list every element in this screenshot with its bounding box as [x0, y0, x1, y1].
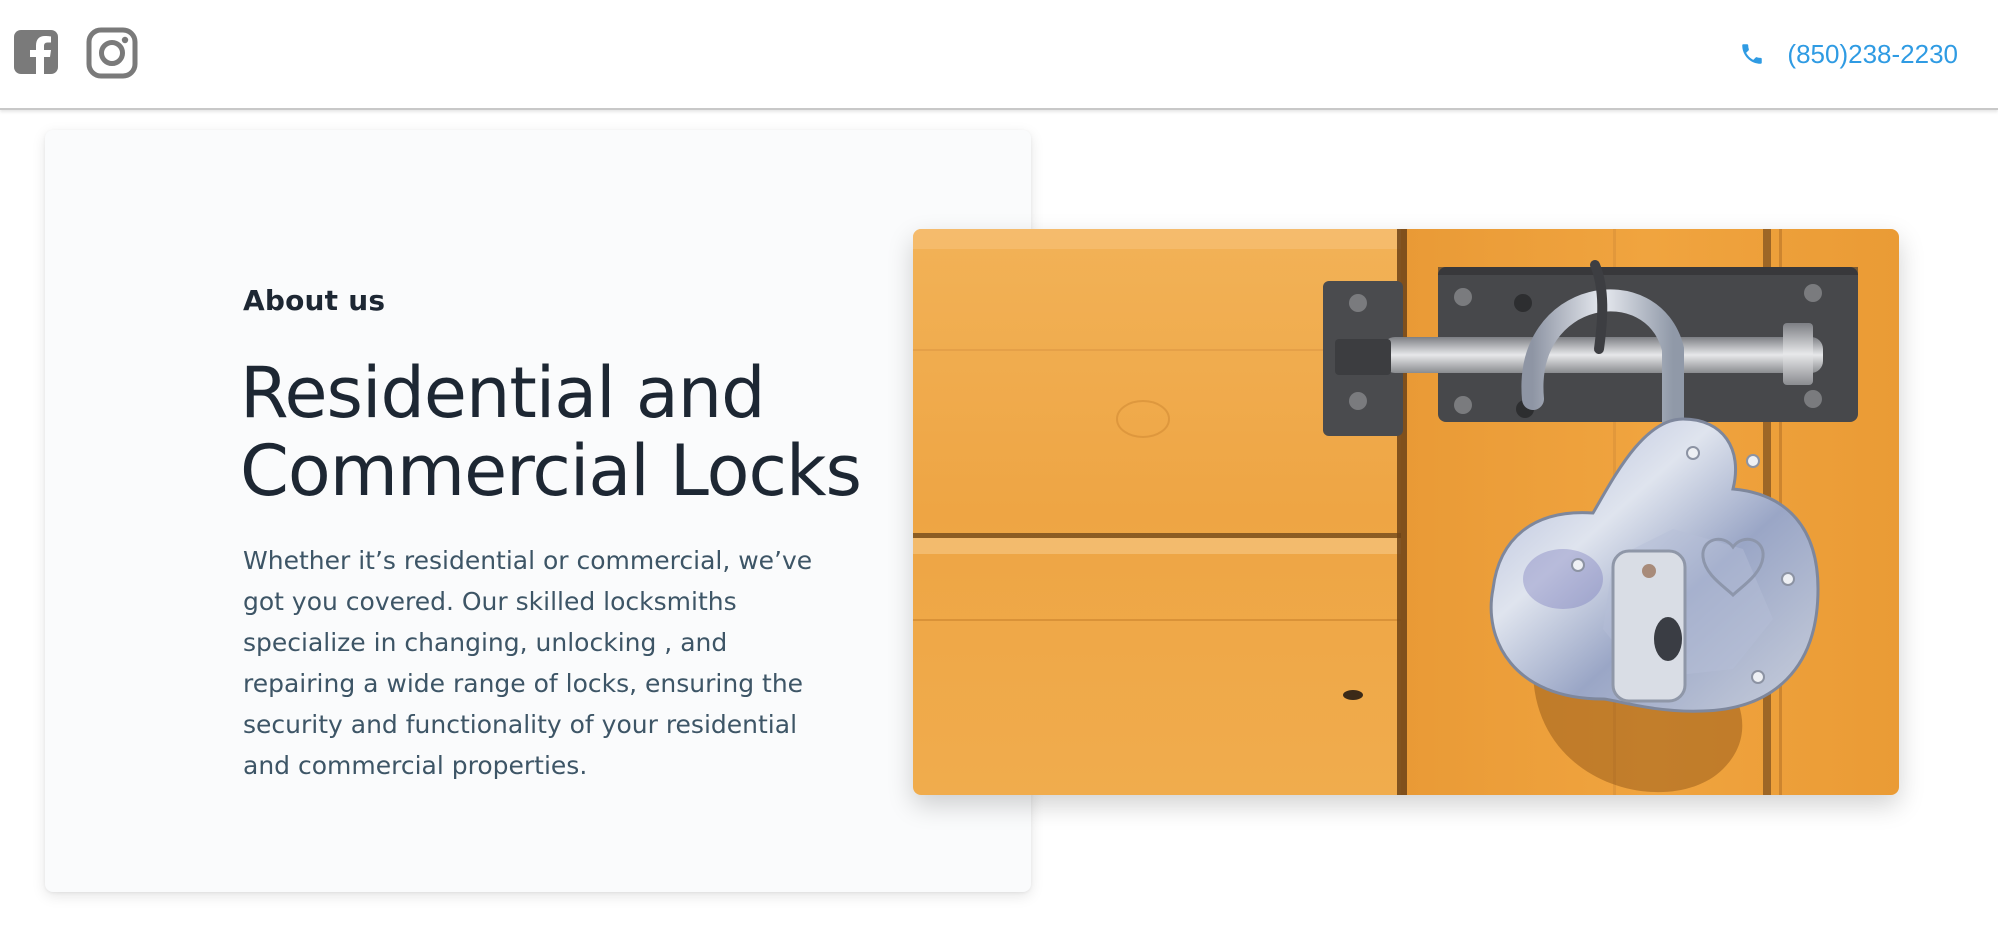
instagram-icon[interactable]: [86, 27, 138, 79]
title-line-1: Residential and: [240, 352, 766, 434]
page-title: Residential and Commercial Locks: [240, 354, 880, 510]
site-header: (850)238-2230: [0, 0, 1998, 110]
phone-link[interactable]: (850)238-2230: [1739, 36, 1958, 72]
phone-icon: [1739, 41, 1765, 67]
title-line-2: Commercial Locks: [240, 430, 862, 512]
about-description: Whether it’s residential or commercial, …: [243, 546, 813, 780]
phone-number: (850)238-2230: [1787, 38, 1958, 69]
facebook-icon[interactable]: [14, 30, 58, 74]
section-eyebrow: About us: [243, 284, 386, 317]
padlock-photo: [913, 229, 1899, 795]
